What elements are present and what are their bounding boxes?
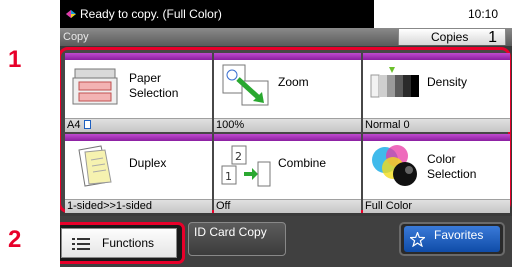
star-icon [410,232,425,247]
tile-top-bar [65,53,212,60]
id-card-copy-button[interactable]: ID Card Copy [188,222,286,256]
tile-label: Duplex [129,156,167,170]
favorites-button-face[interactable]: Favorites [404,226,500,252]
tile-label: Zoom [278,75,309,89]
zoom-icon [222,64,269,106]
tile-value: A4 [65,118,212,132]
paper-tray-icon [72,68,118,105]
tile-top-bar [214,53,361,60]
duplex-icon [78,145,112,187]
svg-text:1: 1 [225,170,232,183]
screen-title: Copy [63,31,89,43]
tile-value: Normal 0 [363,118,510,132]
paper-selection-key[interactable]: Paper Selection A4 [65,53,212,132]
combine-key[interactable]: 1 2 Combine Off [214,134,361,213]
functions-button-face[interactable]: Functions [61,228,177,258]
tile-top-bar [363,134,510,141]
copies-field[interactable]: Copies 1 [398,28,506,46]
tile-label: Density [427,75,468,89]
tile-value: 100% [214,118,361,132]
bottom-bar: Functions ID Card Copy Favorites [60,216,512,267]
tile-value: Off [214,199,361,213]
status-message: Ready to copy. (Full Color) [80,7,222,21]
list-icon [72,238,90,250]
callout-number-2: 2 [8,226,22,253]
tile-value: Full Color [363,199,510,213]
tile-value: 1-sided>>1-sided [65,199,212,213]
status-light-icon [66,10,76,18]
tile-top-bar [214,134,361,141]
status-message-area: Ready to copy. (Full Color) [60,0,374,28]
copy-screen: Ready to copy. (Full Color) 10:10 Copy C… [60,0,512,267]
favorites-button[interactable]: Favorites [399,222,505,256]
tile-label: Paper Selection [129,71,179,100]
callout-number-1: 1 [8,46,22,73]
tile-top-bar [363,53,510,60]
portrait-paper-icon [83,120,91,129]
function-keys-area: Paper Selection A4 Zoom 100% Density Nor… [60,47,511,213]
clock: 10:10 [467,7,498,21]
combine-icon: 1 2 [221,145,271,187]
svg-text:2: 2 [235,150,242,163]
color-selection-key[interactable]: Color Selection Full Color [363,134,510,213]
id-card-copy-label: ID Card Copy [194,225,267,239]
status-bar: Ready to copy. (Full Color) 10:10 [60,0,512,28]
tile-value-text: A4 [67,119,81,131]
tile-label: Color Selection [427,152,477,181]
density-icon [370,67,419,98]
tile-label: Combine [278,156,327,170]
favorites-label: Favorites [434,228,484,242]
functions-label: Functions [102,236,155,250]
functions-button[interactable]: Functions [60,222,185,264]
zoom-key[interactable]: Zoom 100% [214,53,361,132]
copies-count: 1 [488,29,497,46]
duplex-key[interactable]: Duplex 1-sided>>1-sided [65,134,212,213]
tile-top-bar [65,134,212,141]
color-selection-icon [372,145,417,186]
copies-label: Copies [431,30,469,44]
density-key[interactable]: Density Normal 0 [363,53,510,132]
